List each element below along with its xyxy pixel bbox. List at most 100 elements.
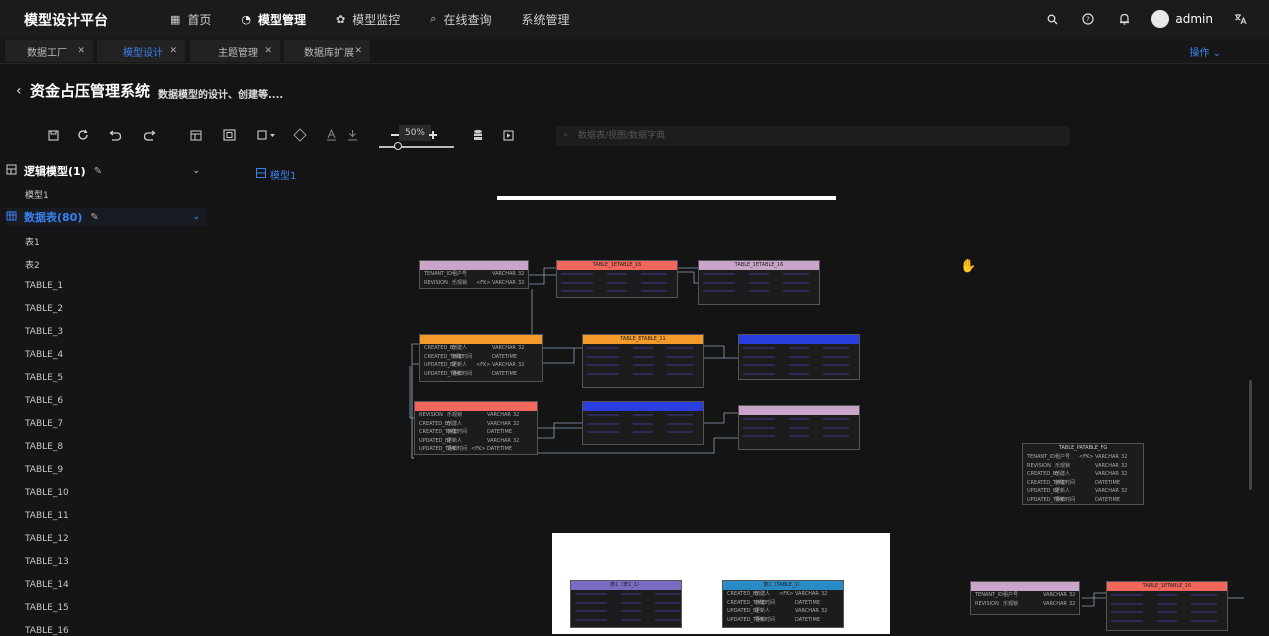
field-cell [1027,600,1043,609]
font-color-icon[interactable] [324,128,338,142]
tab-label: 数据库扩展 [304,47,354,59]
tab-db-extension[interactable]: 数据库扩展 ✕ [284,40,370,62]
entity-table[interactable]: TABLE_1ETABLE_16 [698,260,820,305]
entity-table[interactable]: REVISION 乐观锁 VARCHAR 32 CREATED_BY 创建人 VARCHAR… [414,401,538,455]
sidebar-item-table[interactable]: TABLE_1 [25,281,63,291]
close-icon[interactable]: ✕ [264,46,272,56]
field-cell: 更新人 [1055,488,1071,495]
sidebar-item-table[interactable]: TABLE_7 [25,419,63,429]
entity-table[interactable]: TABLE_1ETABLE_16 [1106,581,1228,631]
diagram-canvas[interactable]: 模型1 TENANT_ID 租户号 VARCHAR 32 REVISION 乐观锁 <FK>… [214,158,1269,634]
field-cell: VARCHAR [795,591,819,597]
field-cell [779,607,795,616]
nav-item-model-manage[interactable]: ◔ 模型管理 [241,11,306,28]
bell-icon[interactable] [1117,12,1131,26]
field-cell [1027,591,1043,600]
entity-table[interactable]: TABLE_1ETABLE_16 [556,260,678,298]
scrollbar[interactable] [1249,380,1252,490]
sidebar-item-table[interactable]: TABLE_2 [25,304,63,314]
close-icon[interactable]: ✕ [354,46,362,56]
tab-data-factory[interactable]: 数据工厂 ✕ [5,40,93,62]
field-cell: CREATED_BY [727,591,759,597]
entity-table[interactable]: TABLE_ETABLE_11 [582,334,704,388]
close-icon[interactable]: ✕ [77,46,85,56]
zoom-in-icon[interactable] [428,128,438,142]
sidebar-item-table[interactable]: TABLE_9 [25,465,63,475]
field-cell: VARCHAR [1043,592,1067,598]
nav-item-system-manage[interactable]: 系统管理 [521,11,569,28]
entity-field-row: UPDATED_BY 更新人 VARCHAR 32 [415,437,537,446]
field-cell: VARCHAR [1095,454,1119,460]
refresh-icon[interactable] [76,128,90,142]
field-cell: CREATED_BY [424,345,456,351]
sidebar-item-table[interactable]: TABLE_15 [25,603,69,613]
search-icon: ⌕ [430,12,437,25]
entity-table[interactable]: TENANT_ID 租户号 VARCHAR 32 REVISION 乐观锁 <FK> VARC… [419,260,529,289]
nav-item-model-monitor[interactable]: ✿ 模型监控 [336,11,400,28]
sidebar-item-table[interactable]: TABLE_11 [25,511,69,521]
nav-item-home[interactable]: ▦ 首页 [170,11,211,28]
fill-color-icon[interactable] [345,128,359,142]
username[interactable]: admin [1175,12,1213,26]
operations-dropdown[interactable]: 操作 ⌄ [1189,44,1221,59]
sidebar-group-logic-model[interactable]: 逻辑模型(1) ✎ ⌄ [6,162,206,180]
sidebar-item-table[interactable]: TABLE_14 [25,580,69,590]
field-cell [476,370,492,379]
back-arrow-icon[interactable]: ‹ [16,83,22,99]
field-cell [1079,462,1095,471]
sidebar-item-table[interactable]: TABLE_8 [25,442,63,452]
chevron-down-icon[interactable]: ⌄ [192,166,200,176]
redo-icon[interactable] [143,128,157,142]
fit-view-icon[interactable] [222,128,236,142]
search-input[interactable]: 数据表/视图/数据字典 [556,126,1070,146]
tab-model-design[interactable]: 模型设计 ✕ [97,40,185,62]
add-table-icon[interactable] [189,128,203,142]
close-icon[interactable]: ✕ [169,46,177,56]
sidebar-item-table[interactable]: TABLE_5 [25,373,63,383]
translate-icon[interactable] [1233,12,1247,26]
sidebar-item-table[interactable]: TABLE_13 [25,557,69,567]
chevron-down-icon[interactable]: ⌄ [192,212,200,222]
entity-table[interactable] [738,405,860,450]
field-cell: VARCHAR [1095,471,1119,478]
shape-dropdown-icon[interactable] [256,128,278,142]
entity-table[interactable]: CREATED_BY 创建人 VARCHAR 32 CREATED_TIME 创建时间 DA… [419,334,543,382]
play-icon[interactable] [501,128,515,142]
field-cell [821,599,829,608]
entity-table[interactable]: 表1（表1_1） [570,580,682,628]
zoom-slider[interactable] [379,146,454,148]
entity-table[interactable] [738,334,860,380]
avatar[interactable] [1151,10,1170,28]
save-icon[interactable] [46,128,60,142]
sidebar-item-table[interactable]: TABLE_6 [25,396,63,406]
tab-topic-manage[interactable]: 主题管理 ✕ [190,40,280,62]
entity-table[interactable] [582,401,704,445]
sidebar-group-data-tables[interactable]: 数据表(80) ✎ ⌄ [6,208,206,226]
zoom-slider-handle[interactable] [394,142,402,150]
entity-field-row: REVISION 乐观锁 VARCHAR 32 [971,600,1079,609]
undo-icon[interactable] [108,128,122,142]
field-cell: CREATED_BY [419,420,451,427]
sidebar-item-table[interactable]: TABLE_10 [25,488,69,498]
sidebar-item-table[interactable]: TABLE_12 [25,534,69,544]
sidebar-item-table[interactable]: 表1 [25,235,40,248]
nav-label: 模型管理 [258,12,307,27]
help-icon[interactable]: ? [1081,12,1095,26]
nav-item-online-query[interactable]: ⌕ 在线查询 [430,11,491,28]
entity-table[interactable]: TENANT_ID 租户号 VARCHAR 32 REVISION 乐观锁 VARCHAR 3… [970,581,1080,615]
entity-table[interactable]: TABLE_PATABLE_FG TENANT_ID 租户号 <FK> VARCHAR 3… [1022,443,1144,505]
edit-icon[interactable]: ✎ [94,166,102,177]
diamond-icon[interactable] [293,128,307,142]
search-icon[interactable] [1045,12,1059,26]
sidebar-item-table[interactable]: TABLE_4 [25,350,63,360]
edit-icon[interactable]: ✎ [90,212,98,223]
database-icon[interactable] [471,128,485,142]
sidebar-item-table[interactable]: TABLE_3 [25,327,63,337]
entity-table[interactable]: 表1（TABLE_1） CREATED_BY 创建人 <FK> VARCHAR 32 CRE… [722,580,844,628]
field-cell: 创建人 [1055,471,1071,478]
nav-label: 系统管理 [521,12,570,27]
entity-field-row: UPDATED_BY 更新人 <FK> VARCHAR 32 [420,361,542,370]
sidebar-item-table[interactable]: 表2 [25,258,40,271]
sidebar-item-table[interactable]: TABLE_16 [25,626,69,636]
sidebar-item-model1[interactable]: 模型1 [25,188,49,201]
